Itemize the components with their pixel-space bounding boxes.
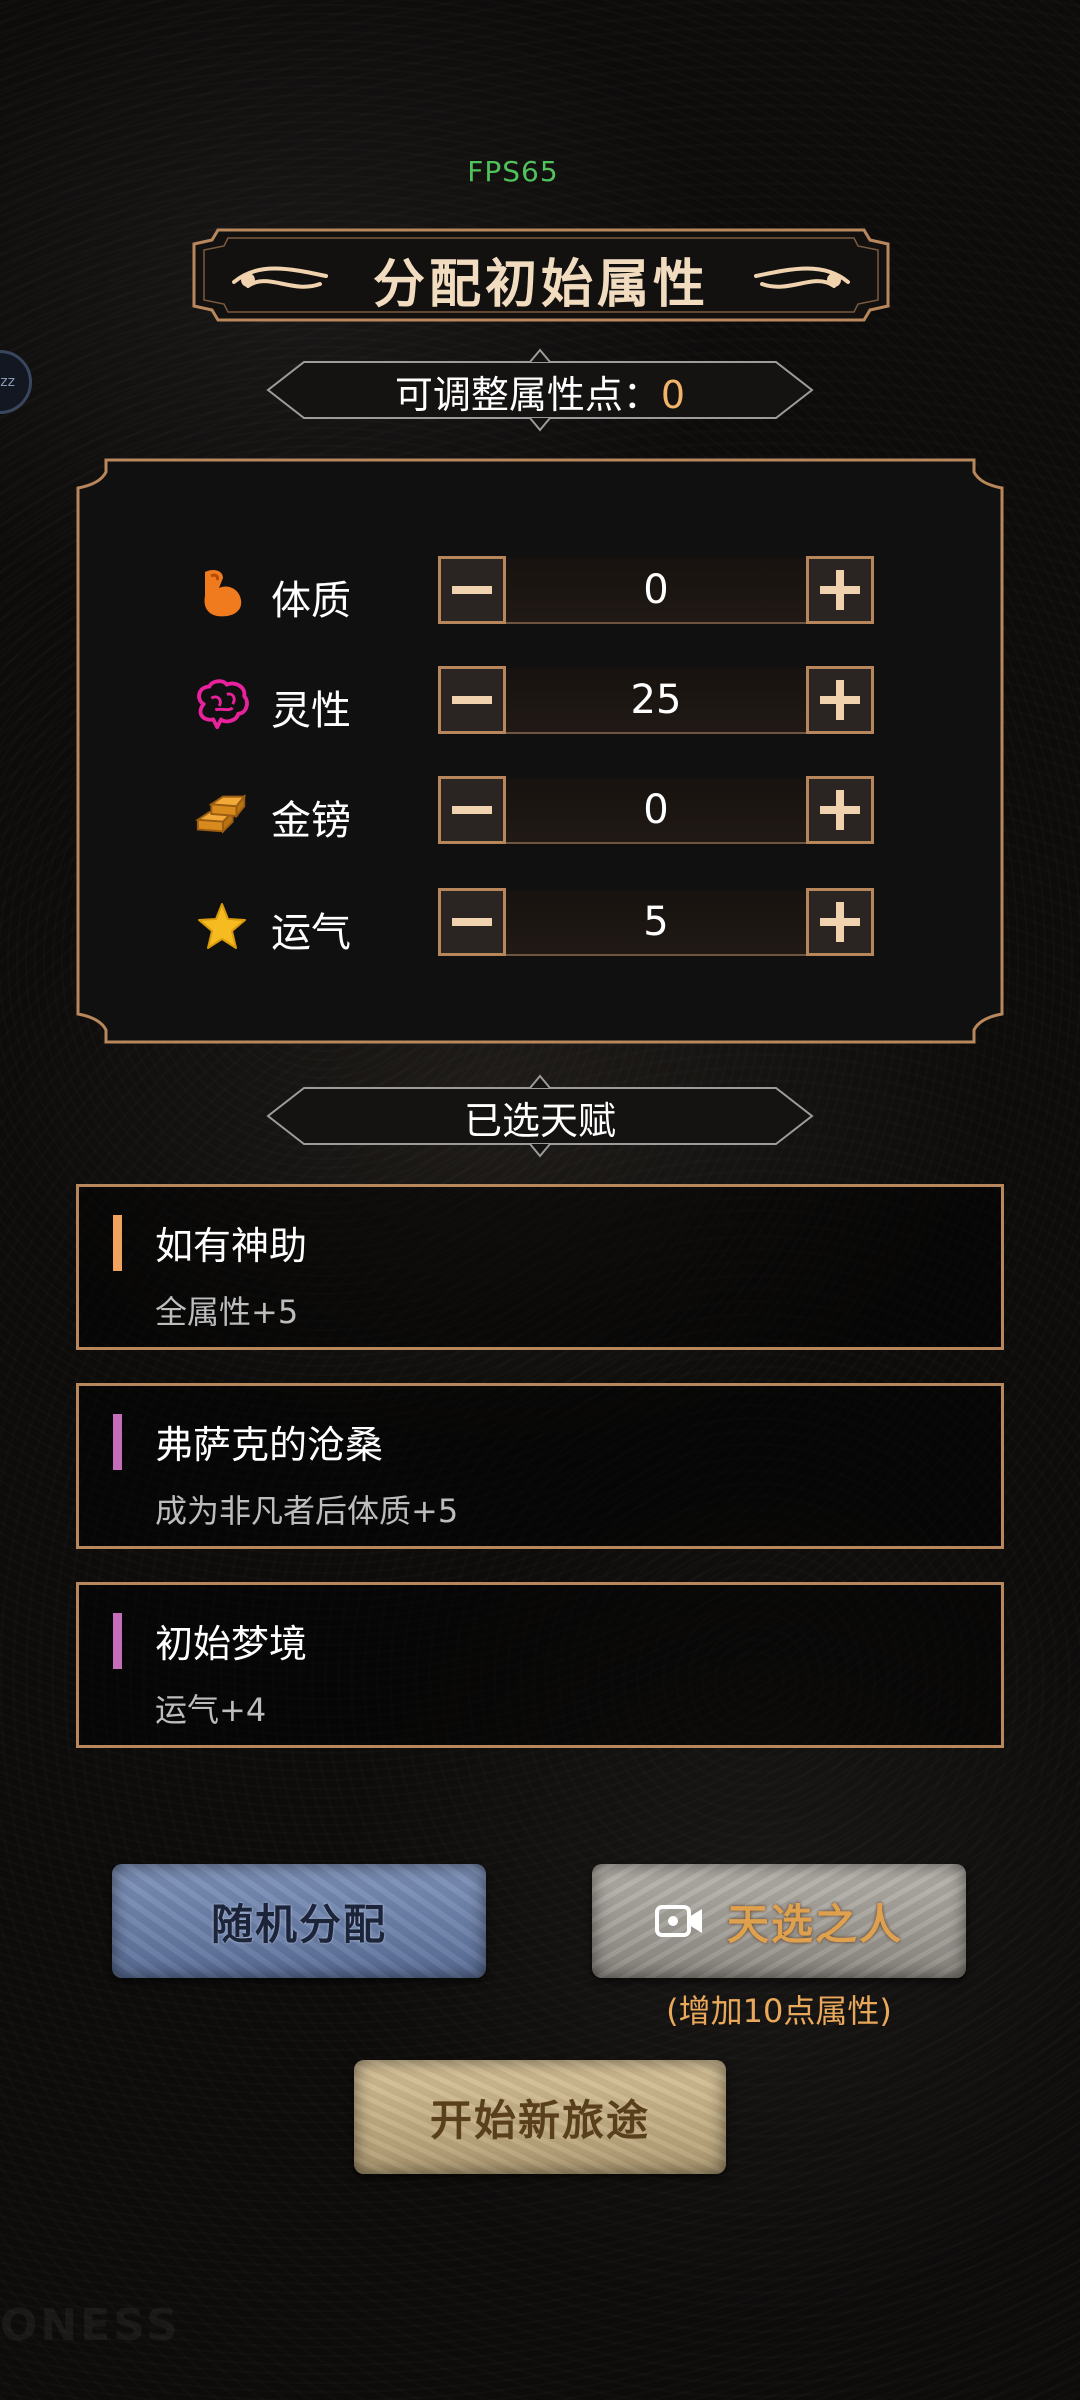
pounds-stepper: 0 <box>438 776 874 848</box>
random-allocate-button[interactable]: 随机分配 <box>112 1864 486 1978</box>
talent-description: 成为非凡者后体质+5 <box>155 1492 459 1530</box>
attribute-row-constitution: 体质 0 <box>76 556 1004 630</box>
talent-card[interactable]: 弗萨克的沧桑 成为非凡者后体质+5 <box>76 1383 1004 1549</box>
page-title: 分配初始属性 <box>372 254 709 315</box>
random-allocate-label: 随机分配 <box>210 1899 387 1949</box>
start-journey-label: 开始新旅途 <box>429 2095 650 2145</box>
fps-counter: FPS65 <box>467 155 559 188</box>
title-plaque: 分配初始属性 <box>188 224 894 326</box>
star-icon <box>194 898 250 954</box>
floating-assistant-bubble[interactable]: zz <box>0 350 32 414</box>
decrement-button[interactable] <box>438 556 506 624</box>
attribute-panel: 体质 0 灵性 25 金镑 0 运气 5 <box>76 458 1004 1044</box>
increment-button[interactable] <box>806 776 874 844</box>
attribute-value: 5 <box>506 890 806 956</box>
decrement-button[interactable] <box>438 888 506 956</box>
talent-description: 运气+4 <box>155 1691 267 1729</box>
talent-card[interactable]: 如有神助 全属性+5 <box>76 1184 1004 1350</box>
points-label: 可调整属性点： <box>394 373 661 417</box>
attribute-label: 灵性 <box>271 688 351 734</box>
spirituality-stepper: 25 <box>438 666 874 738</box>
chosen-one-label: 天选之人 <box>726 1899 903 1949</box>
talent-name: 弗萨克的沧桑 <box>155 1423 384 1467</box>
talent-name: 如有神助 <box>155 1224 308 1268</box>
muscle-arm-icon <box>194 566 250 622</box>
chosen-one-note: (增加10点属性) <box>666 1992 892 2030</box>
talent-rarity-bar <box>113 1215 122 1271</box>
attribute-value: 0 <box>506 558 806 624</box>
talent-card[interactable]: 初始梦境 运气+4 <box>76 1582 1004 1748</box>
luck-stepper: 5 <box>438 888 874 960</box>
video-ad-icon <box>654 1903 705 1939</box>
talent-rarity-bar <box>113 1613 122 1669</box>
points-banner: 可调整属性点：0 <box>264 342 816 438</box>
attribute-label: 运气 <box>271 910 351 956</box>
start-journey-button[interactable]: 开始新旅途 <box>354 2060 726 2174</box>
brain-icon <box>194 676 250 732</box>
decrement-button[interactable] <box>438 776 506 844</box>
background-watermark: ONESS <box>0 2300 181 2351</box>
talent-rarity-bar <box>113 1414 122 1470</box>
attribute-value: 0 <box>506 778 806 844</box>
points-value: 0 <box>660 373 686 417</box>
talents-header: 已选天赋 <box>463 1099 616 1143</box>
constitution-stepper: 0 <box>438 556 874 628</box>
attribute-label: 金镑 <box>271 798 351 844</box>
talents-banner: 已选天赋 <box>264 1068 816 1164</box>
decrement-button[interactable] <box>438 666 506 734</box>
attribute-row-luck: 运气 5 <box>76 888 1004 962</box>
gold-bars-icon <box>194 786 250 842</box>
talent-description: 全属性+5 <box>155 1293 299 1331</box>
increment-button[interactable] <box>806 888 874 956</box>
increment-button[interactable] <box>806 556 874 624</box>
attribute-value: 25 <box>506 668 806 734</box>
attribute-label: 体质 <box>271 578 351 624</box>
talent-name: 初始梦境 <box>155 1622 308 1666</box>
increment-button[interactable] <box>806 666 874 734</box>
attribute-row-pounds: 金镑 0 <box>76 776 1004 850</box>
attribute-row-spirituality: 灵性 25 <box>76 666 1004 740</box>
chosen-one-button[interactable]: 天选之人 <box>592 1864 966 1978</box>
